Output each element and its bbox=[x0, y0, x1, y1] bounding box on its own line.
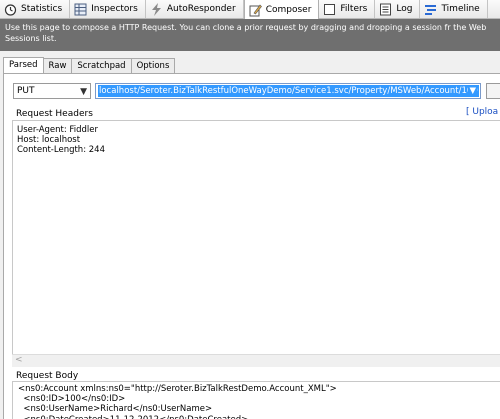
upload-file-link[interactable]: [ Uploa bbox=[466, 107, 498, 117]
parsed-panel: PUT ▼ localhost/Seroter.BizTalkRestfulOn… bbox=[3, 73, 500, 419]
request-body-textarea[interactable]: <ns0:Account xmlns:ns0="http://Seroter.B… bbox=[12, 381, 500, 419]
subtab-parsed[interactable]: Parsed bbox=[3, 57, 44, 73]
request-headers-textarea[interactable]: User-Agent: Fiddler Host: localhost Cont… bbox=[12, 120, 500, 367]
tab-composer-label: Composer bbox=[265, 5, 312, 15]
chevron-down-icon: ▼ bbox=[80, 87, 87, 97]
checkbox-icon bbox=[323, 3, 336, 16]
tab-filters[interactable]: Filters bbox=[319, 0, 376, 18]
tab-timeline-label: Timeline bbox=[441, 4, 480, 14]
subtab-raw[interactable]: Raw bbox=[42, 58, 73, 73]
header-line: Content-Length: 244 bbox=[17, 145, 105, 155]
lightning-icon bbox=[150, 2, 163, 16]
tab-autoresponder-label: AutoResponder bbox=[166, 4, 236, 14]
tab-autoresponder[interactable]: AutoResponder bbox=[146, 0, 244, 18]
composer-subtabs: Parsed Raw Scratchpad Options bbox=[3, 57, 176, 73]
url-value: localhost/Seroter.BizTalkRestfulOneWayDe… bbox=[98, 85, 479, 97]
tab-log-label: Log bbox=[396, 4, 413, 14]
inspectors-icon bbox=[74, 3, 87, 16]
tab-filters-label: Filters bbox=[340, 4, 368, 14]
tab-log[interactable]: Log bbox=[375, 0, 421, 18]
tab-composer[interactable]: Composer bbox=[243, 0, 320, 20]
pencil-icon bbox=[249, 4, 262, 17]
method-value: PUT bbox=[17, 86, 35, 96]
main-tab-bar: Statistics Inspectors AutoResponder Comp… bbox=[0, 0, 500, 20]
url-input[interactable]: localhost/Seroter.BizTalkRestfulOneWayDe… bbox=[95, 83, 481, 99]
tab-inspectors[interactable]: Inspectors bbox=[70, 0, 146, 18]
composer-info-banner: Use this page to compose a HTTP Request.… bbox=[0, 19, 500, 51]
url-history-dropdown-icon[interactable]: ▼ bbox=[468, 85, 477, 97]
header-line: Host: localhost bbox=[17, 135, 81, 145]
stopwatch-icon bbox=[4, 3, 17, 16]
http-version-select[interactable] bbox=[486, 83, 500, 99]
log-icon bbox=[379, 3, 392, 16]
request-body-label: Request Body bbox=[16, 371, 79, 381]
request-headers-label: Request Headers bbox=[16, 109, 93, 119]
headers-horizontal-scrollbar[interactable]: < bbox=[12, 354, 500, 367]
timeline-icon bbox=[424, 3, 437, 16]
subtab-options[interactable]: Options bbox=[130, 58, 176, 73]
tab-statistics-label: Statistics bbox=[21, 4, 63, 14]
header-line: User-Agent: Fiddler bbox=[17, 125, 98, 135]
tab-timeline[interactable]: Timeline bbox=[420, 0, 488, 18]
scroll-left-icon[interactable]: < bbox=[15, 355, 23, 365]
tab-inspectors-label: Inspectors bbox=[91, 4, 138, 14]
method-select[interactable]: PUT ▼ bbox=[13, 83, 91, 99]
subtab-scratchpad[interactable]: Scratchpad bbox=[71, 58, 132, 73]
tab-statistics[interactable]: Statistics bbox=[0, 0, 71, 18]
